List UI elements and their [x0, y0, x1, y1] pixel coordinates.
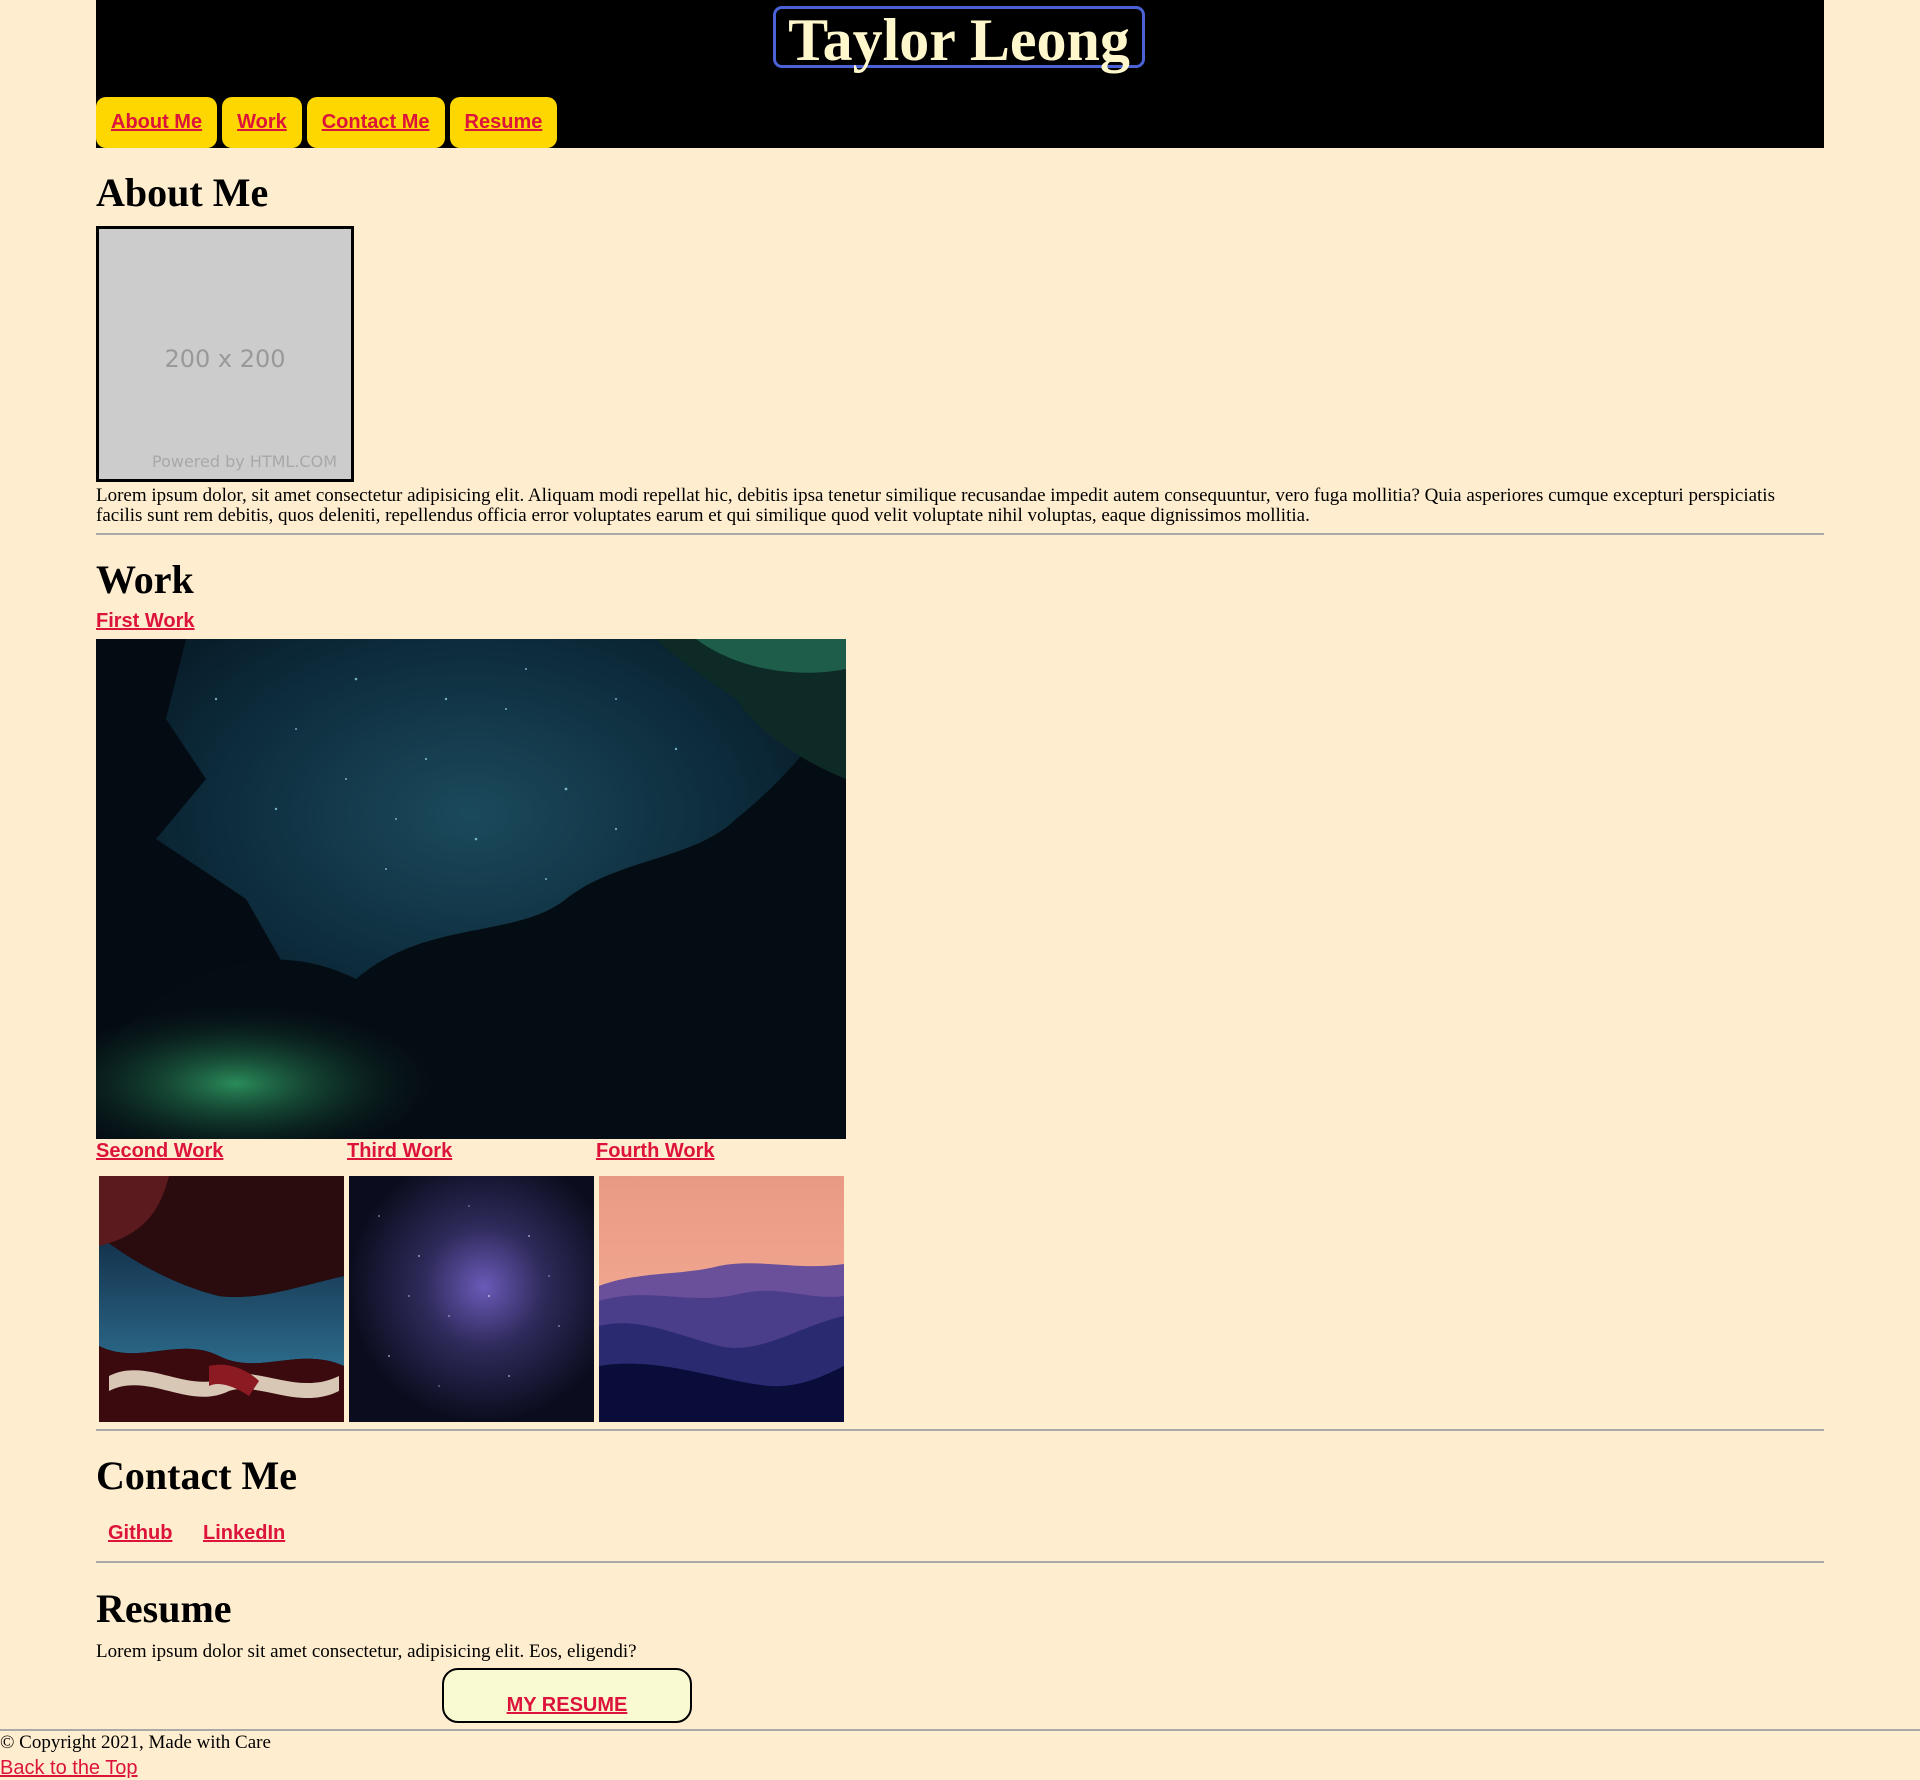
fourth-work-link[interactable]: Fourth Work — [596, 1140, 715, 1163]
second-work-image[interactable] — [99, 1176, 344, 1422]
about-text: Lorem ipsum dolor, sit amet consectetur … — [96, 485, 1775, 526]
profile-placeholder-image: 200 x 200 Powered by HTML.COM — [96, 226, 354, 482]
placeholder-size-label: 200 x 200 — [164, 345, 286, 373]
site-header: Taylor Leong About Me Work Contact Me Re… — [96, 0, 1824, 148]
page-container: Taylor Leong About Me Work Contact Me Re… — [96, 0, 1824, 1723]
nav-work[interactable]: Work — [222, 97, 302, 148]
site-footer: © Copyright 2021, Made with Care Back to… — [0, 1729, 1920, 1779]
first-work-link[interactable]: First Work — [96, 610, 195, 633]
resume-heading: Resume — [96, 1586, 232, 1631]
section-divider — [96, 1429, 1824, 1431]
nav-resume[interactable]: Resume — [449, 97, 558, 148]
main-nav: About Me Work Contact Me Resume — [96, 97, 558, 148]
work-heading: Work — [96, 557, 194, 602]
fourth-work-image[interactable] — [599, 1176, 844, 1422]
site-title: Taylor Leong — [773, 6, 1145, 71]
section-divider — [96, 533, 1824, 535]
first-work-image[interactable] — [96, 639, 846, 1139]
nav-contact-me[interactable]: Contact Me — [306, 97, 445, 148]
second-work-link[interactable]: Second Work — [96, 1140, 223, 1163]
back-to-top-link[interactable]: Back to the Top — [0, 1757, 138, 1780]
github-link[interactable]: Github — [108, 1522, 172, 1545]
placeholder-credit: Powered by HTML.COM — [152, 452, 337, 471]
third-work-link[interactable]: Third Work — [347, 1140, 452, 1163]
resume-button-link[interactable]: MY RESUME — [507, 1694, 628, 1716]
resume-text: Lorem ipsum dolor sit amet consectetur, … — [96, 1641, 637, 1662]
contact-heading: Contact Me — [96, 1453, 298, 1498]
third-work-image[interactable] — [349, 1176, 594, 1422]
copyright-text: © Copyright 2021, Made with Care — [0, 1732, 271, 1753]
nav-about-me[interactable]: About Me — [96, 97, 218, 148]
section-divider — [96, 1561, 1824, 1563]
about-heading: About Me — [96, 170, 269, 215]
resume-button[interactable]: MY RESUME — [442, 1668, 692, 1723]
linkedin-link[interactable]: LinkedIn — [203, 1522, 285, 1545]
